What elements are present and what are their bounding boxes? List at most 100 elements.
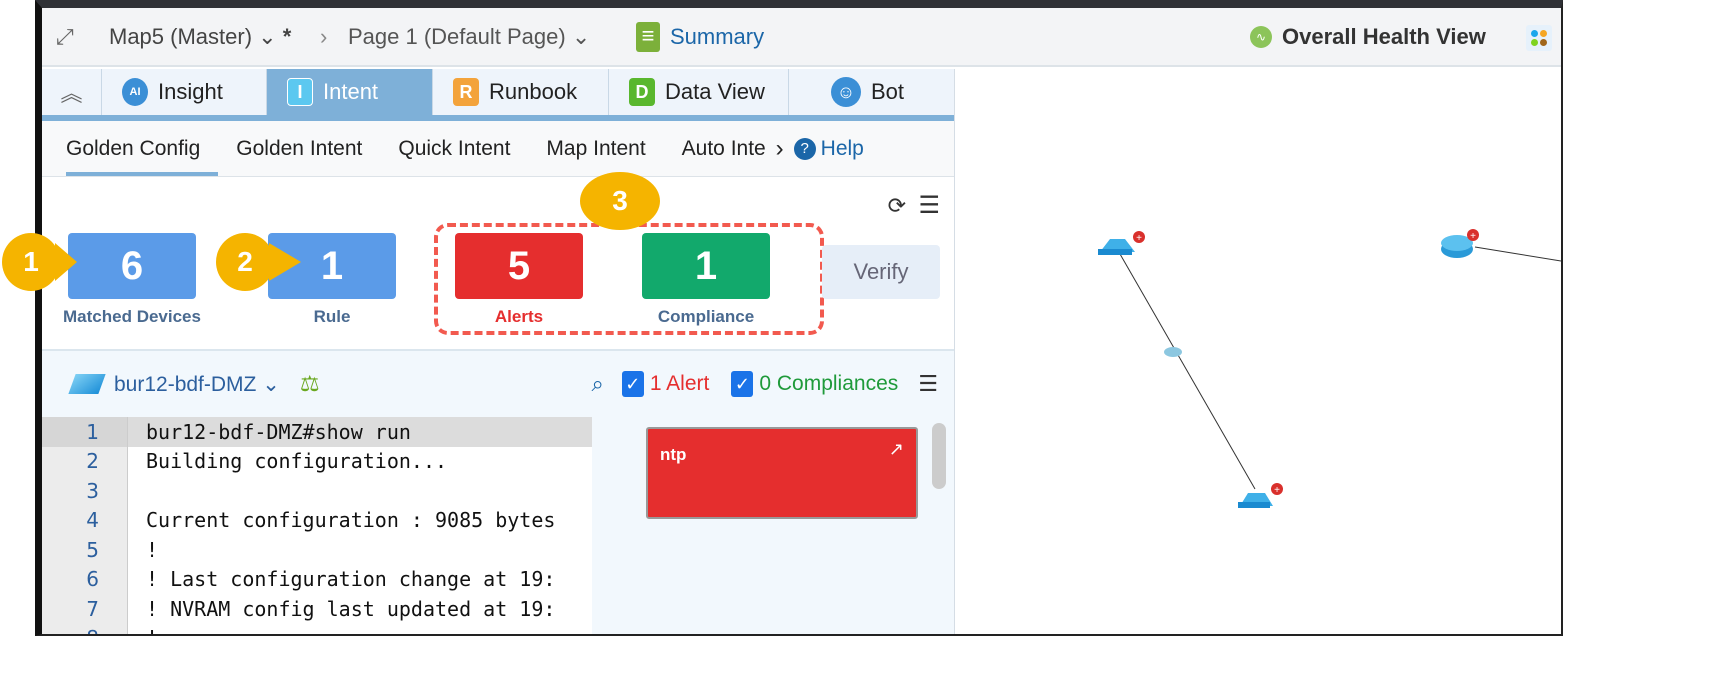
line-number: 2 bbox=[42, 446, 128, 476]
tab-bot[interactable]: ☺ Bot bbox=[789, 69, 954, 115]
matched-devices-label: Matched Devices bbox=[63, 307, 201, 326]
tab-label: Runbook bbox=[489, 79, 578, 104]
top-header: ⤢ Map5 (Master) ⌄ * › Page 1 (Default Pa… bbox=[42, 8, 1561, 67]
search-icon[interactable]: ⌕ bbox=[591, 371, 603, 397]
router-device-icon[interactable]: + bbox=[1441, 229, 1479, 258]
device-name: bur12-bdf-DMZ bbox=[114, 372, 257, 396]
scrollbar[interactable] bbox=[932, 423, 946, 489]
tab-label: Data View bbox=[665, 79, 765, 104]
intent-icon: I bbox=[287, 78, 313, 106]
switch-device-icon[interactable]: + bbox=[1098, 231, 1145, 255]
sub-tabs: Golden Config Golden Intent Quick Intent… bbox=[42, 121, 954, 177]
tab-label: Bot bbox=[871, 79, 905, 104]
callout-pointer bbox=[269, 243, 301, 281]
page-dropdown[interactable]: Page 1 (Default Page) ⌄ bbox=[348, 24, 590, 50]
line-text: Current configuration : 9085 bytes bbox=[146, 508, 556, 533]
list-icon[interactable]: ☰ bbox=[918, 371, 938, 397]
compliance-checkbox[interactable]: ✓ bbox=[731, 371, 754, 397]
main-tabs: ︽ AI Insight I Intent R Runbook D Data View … bbox=[42, 69, 954, 121]
summary-cards: ⟳ ☰ 6 Matched Devices 1 Rule 5 Alerts 1 … bbox=[42, 189, 954, 349]
device-toolbar: bur12-bdf-DMZ ⌄ ⚖ ⌕ ✓ 1 Alert ✓ 0 Complian… bbox=[42, 349, 954, 417]
callout-badge-3: 3 bbox=[580, 172, 660, 230]
page-name: Page 1 (Default Page) bbox=[348, 24, 566, 49]
expand-icon[interactable]: ⤢ bbox=[56, 24, 74, 50]
tab-label: Insight bbox=[158, 79, 223, 104]
svg-text:+: + bbox=[1470, 231, 1476, 242]
tab-insight[interactable]: AI Insight bbox=[102, 69, 267, 115]
line-number: 5 bbox=[42, 535, 128, 565]
subtab-golden-intent[interactable]: Golden Intent bbox=[218, 121, 380, 176]
compliance-card[interactable]: 1 bbox=[642, 233, 770, 299]
subtab-map-intent[interactable]: Map Intent bbox=[528, 121, 663, 176]
summary-link[interactable]: Summary bbox=[670, 24, 764, 50]
modified-indicator: * bbox=[282, 24, 292, 49]
tab-label: Intent bbox=[323, 79, 379, 104]
runbook-icon: R bbox=[453, 78, 479, 106]
app-window: ⤢ Map5 (Master) ⌄ * › Page 1 (Default Pa… bbox=[35, 0, 1563, 636]
line-number: 6 bbox=[42, 564, 128, 594]
callout-badge-1: 1 bbox=[2, 233, 60, 291]
bot-icon: ☺ bbox=[831, 77, 861, 107]
verify-button[interactable]: Verify bbox=[822, 245, 940, 299]
line-number: 7 bbox=[42, 594, 128, 624]
switch-device-icon[interactable]: + bbox=[1238, 483, 1283, 508]
map-name-dropdown[interactable]: Map5 (Master) ⌄ * bbox=[109, 24, 291, 50]
line-text bbox=[128, 476, 592, 506]
external-link-icon[interactable]: ↗ bbox=[889, 439, 904, 460]
rule-label: Rule bbox=[313, 307, 351, 326]
line-text: ! NVRAM config last updated at 19: bbox=[146, 596, 556, 621]
collapse-button[interactable]: ︽ bbox=[42, 69, 102, 115]
compliance-label: Compliance bbox=[657, 307, 755, 326]
tab-data-view[interactable]: D Data View bbox=[609, 69, 789, 115]
line-number: 4 bbox=[42, 505, 128, 535]
map-canvas: + + + bbox=[1098, 229, 1561, 508]
intent-panel: ︽ AI Insight I Intent R Runbook D Data View … bbox=[42, 69, 955, 634]
line-number: 1 bbox=[42, 417, 128, 447]
help-link[interactable]: ? Help bbox=[793, 121, 864, 176]
code-line: 6 ! Last configuration change at 19: bbox=[42, 564, 592, 594]
link-line bbox=[1119, 253, 1256, 490]
config-viewer[interactable]: 1 bur12-bdf-DMZ#show run 2 Building configu… bbox=[42, 417, 592, 634]
tab-runbook[interactable]: R Runbook bbox=[433, 69, 609, 115]
switch-icon bbox=[68, 374, 106, 394]
line-number: 3 bbox=[42, 476, 128, 506]
map-name: Map5 (Master) bbox=[109, 24, 253, 49]
callout-pointer bbox=[55, 243, 77, 281]
line-text: ! bbox=[128, 624, 592, 634]
menu-icon[interactable]: ☰ bbox=[918, 191, 940, 220]
summary-icon: ≡ bbox=[636, 22, 660, 52]
hub-device-icon[interactable] bbox=[1164, 347, 1182, 357]
alert-title: ntp bbox=[660, 445, 687, 464]
subtab-quick-intent[interactable]: Quick Intent bbox=[380, 121, 528, 176]
subtab-golden-config[interactable]: Golden Config bbox=[42, 121, 219, 176]
code-line: 5! bbox=[42, 535, 592, 565]
health-icon: ∿ bbox=[1250, 26, 1272, 48]
line-text: ! Last configuration change at 19: bbox=[146, 567, 556, 592]
code-line: 7 ! NVRAM config last updated at 19: bbox=[42, 594, 592, 624]
line-number: 8 bbox=[42, 623, 128, 634]
chevron-right-icon: › bbox=[320, 24, 328, 49]
compare-icon[interactable]: ⚖ bbox=[300, 371, 320, 397]
overall-health-view[interactable]: Overall Health View bbox=[1282, 24, 1486, 50]
code-line: 8! bbox=[42, 623, 592, 634]
refresh-icon[interactable]: ⟳ bbox=[888, 193, 906, 219]
scroll-right-icon[interactable]: › bbox=[766, 121, 794, 176]
alert-checkbox[interactable]: ✓ bbox=[621, 371, 644, 397]
matched-devices-card[interactable]: 6 bbox=[68, 233, 196, 299]
line-text: ! bbox=[146, 537, 159, 562]
device-dropdown[interactable]: bur12-bdf-DMZ ⌄ bbox=[114, 372, 280, 397]
insight-icon: AI bbox=[122, 78, 148, 106]
topology-map[interactable]: + + + bbox=[955, 69, 1561, 634]
tab-intent[interactable]: I Intent bbox=[267, 69, 433, 115]
alert-pane: ntp ↗ bbox=[592, 417, 954, 634]
help-label: Help bbox=[820, 136, 864, 160]
alerts-card[interactable]: 5 bbox=[455, 233, 583, 299]
subtab-auto-intent[interactable]: Auto Inte bbox=[664, 121, 766, 176]
link-line bbox=[1474, 246, 1561, 262]
svg-text:+: + bbox=[1136, 233, 1142, 244]
alert-card-ntp[interactable]: ntp ↗ bbox=[646, 427, 918, 519]
code-line: 2 Building configuration... bbox=[42, 446, 592, 476]
alert-filter-label: 1 Alert bbox=[649, 372, 710, 395]
line-text: bur12-bdf-DMZ#show run bbox=[128, 417, 592, 447]
apps-icon[interactable] bbox=[1526, 25, 1552, 51]
